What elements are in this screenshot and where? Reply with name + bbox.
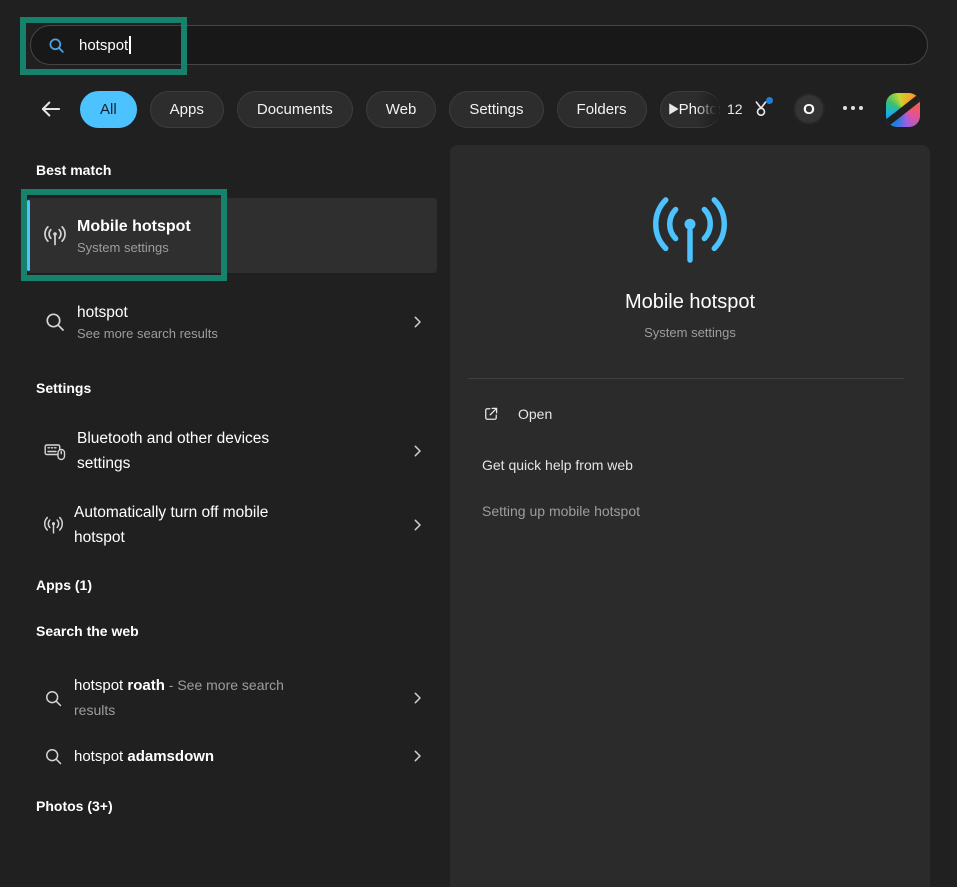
search-bar[interactable]: hotspot: [30, 25, 928, 65]
result-row-auto-hotspot[interactable]: Automatically turn off mobile hotspot: [27, 495, 437, 555]
result-row-web-adamsdown[interactable]: hotspot adamsdown: [27, 737, 437, 775]
rewards-icon: [750, 98, 772, 120]
result-row-see-more[interactable]: hotspot See more search results: [27, 291, 437, 353]
help-header: Get quick help from web: [482, 457, 633, 473]
web-header: Search the web: [36, 623, 139, 639]
rewards-points: 12: [727, 101, 743, 117]
result-row-mobile-hotspot[interactable]: Mobile hotspot System settings: [27, 198, 437, 273]
search-icon: [43, 746, 64, 767]
filter-tab-apps[interactable]: Apps: [150, 91, 224, 128]
avatar-letter: O: [803, 101, 815, 118]
help-link-setting-up[interactable]: Setting up mobile hotspot: [482, 503, 640, 519]
chevron-right-icon[interactable]: [410, 691, 425, 706]
chevron-right-icon[interactable]: [410, 749, 425, 764]
result-title: hotspot roath - See more search results: [74, 673, 311, 723]
copilot-icon: [886, 93, 920, 127]
result-subtitle: System settings: [77, 240, 191, 255]
preview-subtitle: System settings: [450, 325, 930, 340]
search-icon: [43, 310, 67, 334]
preview-panel: Mobile hotspot System settings Open Get …: [450, 145, 930, 887]
filter-tabs: All Apps Documents Web Settings Folders …: [80, 90, 720, 128]
arrow-left-icon: [38, 96, 64, 122]
chevron-right-icon[interactable]: [410, 444, 425, 459]
hotspot-icon: [43, 515, 64, 536]
result-row-bluetooth-settings[interactable]: Bluetooth and other devices settings: [27, 421, 437, 481]
filter-tab-documents[interactable]: Documents: [237, 91, 353, 128]
settings-header: Settings: [36, 380, 91, 396]
hotspot-icon-large: [450, 193, 930, 269]
divider: [468, 378, 904, 379]
more-options-button[interactable]: [843, 106, 863, 110]
best-match-header: Best match: [36, 162, 111, 178]
back-button[interactable]: [38, 96, 64, 122]
more-tabs-button[interactable]: [664, 100, 682, 118]
filter-tab-folders[interactable]: Folders: [557, 91, 647, 128]
filter-tab-settings[interactable]: Settings: [449, 91, 543, 128]
chevron-right-icon[interactable]: [410, 518, 425, 533]
notification-dot-icon: [766, 97, 773, 104]
copilot-button[interactable]: [886, 93, 920, 127]
rewards-badge[interactable]: 12: [727, 98, 772, 120]
photos-header: Photos (3+): [36, 798, 113, 814]
user-avatar[interactable]: O: [795, 95, 823, 123]
result-title: hotspot: [77, 303, 218, 323]
filter-tab-all[interactable]: All: [80, 91, 137, 128]
result-title: Automatically turn off mobile hotspot: [74, 500, 306, 550]
search-icon: [47, 36, 66, 55]
ellipsis-icon: [843, 106, 847, 110]
search-icon: [43, 688, 64, 709]
filter-tab-web[interactable]: Web: [366, 91, 437, 128]
play-icon: [664, 100, 682, 118]
open-external-icon: [482, 405, 500, 423]
chevron-right-icon[interactable]: [410, 315, 425, 330]
search-input[interactable]: hotspot: [79, 37, 128, 54]
hotspot-icon: [43, 224, 67, 248]
result-row-web-roath[interactable]: hotspot roath - See more search results: [27, 666, 437, 730]
selection-indicator: [27, 200, 30, 271]
open-button[interactable]: Open: [482, 401, 552, 427]
open-label: Open: [518, 406, 552, 422]
preview-title: Mobile hotspot: [450, 291, 930, 314]
result-title: hotspot adamsdown: [74, 744, 214, 769]
devices-icon: [43, 439, 67, 463]
result-subtitle: See more search results: [77, 326, 218, 341]
result-title: Mobile hotspot: [77, 217, 191, 237]
result-title: Bluetooth and other devices settings: [77, 426, 309, 476]
apps-header: Apps (1): [36, 577, 92, 593]
text-caret: [129, 36, 131, 54]
